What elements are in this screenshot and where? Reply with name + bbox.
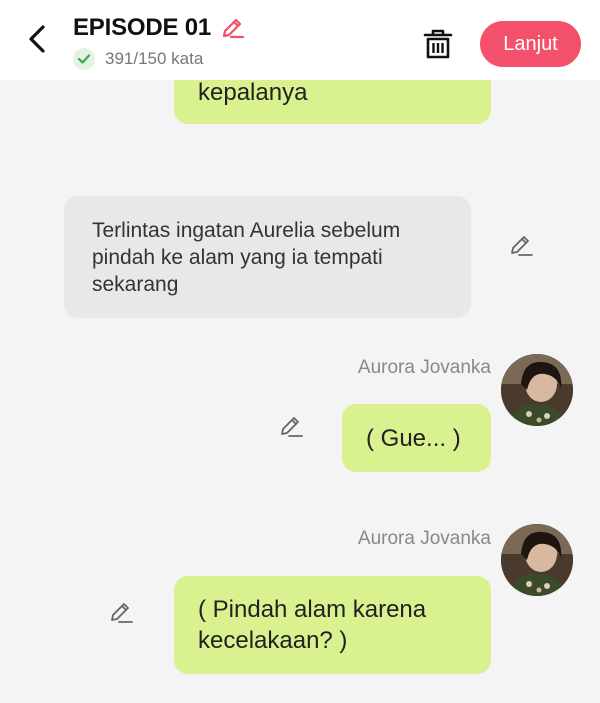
pencil-icon bbox=[511, 236, 533, 256]
top-bar: EPISODE 01 391/150 kata Lanjut bbox=[0, 0, 600, 80]
narration-bubble[interactable]: Terlintas ingatan Aurelia sebelum pindah… bbox=[64, 196, 471, 318]
word-count: 391/150 kata bbox=[105, 49, 204, 68]
trash-icon bbox=[423, 29, 453, 59]
delete-button[interactable] bbox=[420, 26, 456, 62]
edit-message-button[interactable] bbox=[108, 599, 136, 627]
message-bubble[interactable]: ( Gue... ) bbox=[342, 404, 491, 472]
pencil-icon bbox=[222, 18, 245, 39]
message-text: ( Pindah alam karena kecelakaan? ) bbox=[198, 596, 427, 654]
edit-message-button[interactable] bbox=[278, 413, 306, 441]
episode-title: EPISODE 01 bbox=[73, 14, 212, 41]
message-bubble[interactable]: ( Pindah alam karena kecelakaan? ) bbox=[174, 576, 491, 674]
back-arrow-icon bbox=[28, 24, 46, 59]
check-icon bbox=[73, 48, 95, 70]
avatar[interactable] bbox=[501, 354, 573, 426]
edit-narration-button[interactable] bbox=[508, 232, 536, 260]
episode-title-area: EPISODE 01 391/150 kata bbox=[73, 14, 245, 70]
message-text: kepalanya bbox=[198, 79, 308, 106]
avatar[interactable] bbox=[501, 524, 573, 596]
pencil-icon bbox=[281, 417, 303, 437]
narration-text: Terlintas ingatan Aurelia sebelum pindah… bbox=[92, 219, 401, 296]
sender-name: Aurora Jovanka bbox=[357, 528, 491, 549]
pencil-icon bbox=[111, 603, 133, 623]
message-text: ( Gue... ) bbox=[366, 425, 461, 452]
back-button[interactable] bbox=[22, 24, 52, 58]
edit-title-button[interactable] bbox=[219, 15, 245, 41]
next-button[interactable]: Lanjut bbox=[480, 21, 581, 67]
sender-name: Aurora Jovanka bbox=[357, 357, 491, 378]
